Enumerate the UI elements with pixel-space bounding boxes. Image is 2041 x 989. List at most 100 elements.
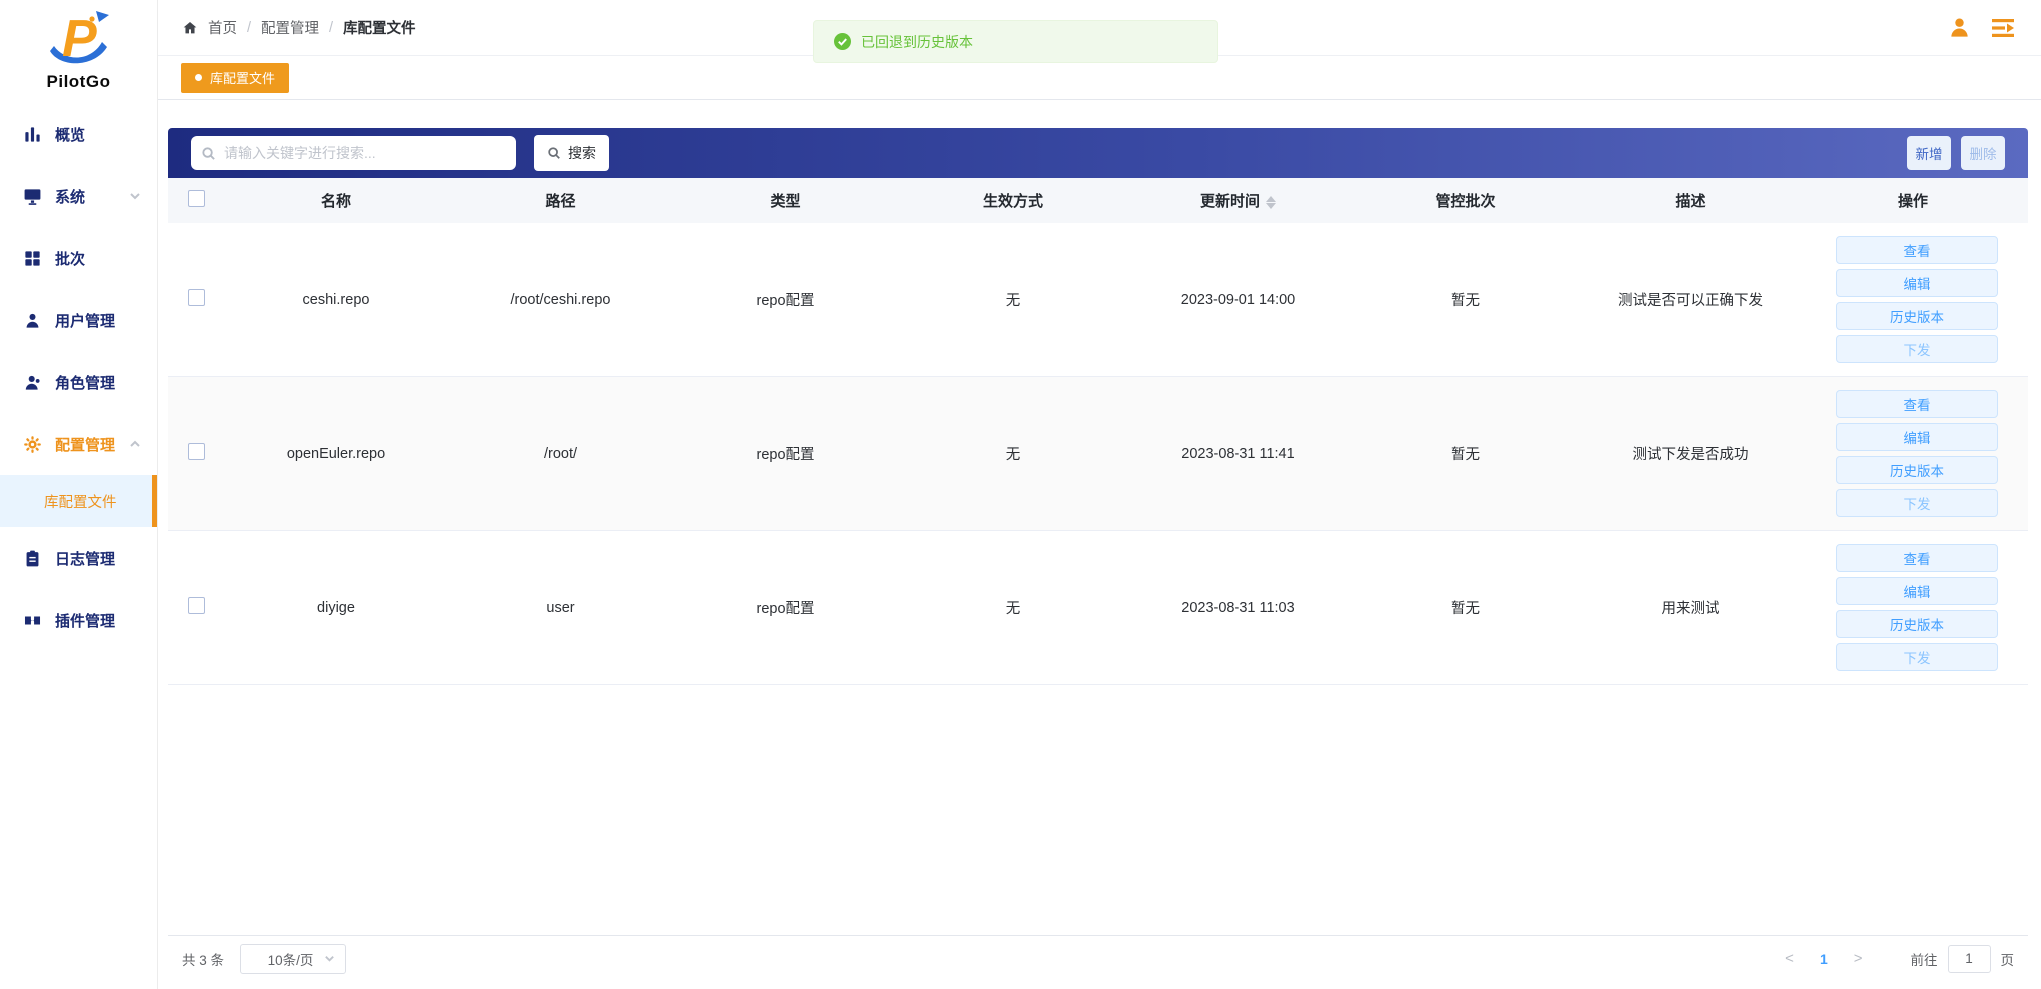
sidebar-item-batch[interactable]: 批次: [0, 227, 157, 289]
cell-name: diyige: [317, 599, 355, 616]
cell-effect: 无: [1005, 293, 1021, 309]
cell-name: openEuler.repo: [286, 445, 386, 462]
chevron-down-icon: [325, 956, 334, 962]
clipboard-icon: [22, 548, 42, 568]
page-size-value: 10条/页: [267, 952, 314, 968]
dispatch-button[interactable]: 下发: [1836, 489, 1998, 517]
cell-effect: 无: [1005, 447, 1021, 463]
user-role-icon: [22, 372, 42, 392]
cell-type: repo配置: [756, 601, 815, 617]
edit-button[interactable]: 编辑: [1836, 577, 1998, 605]
cell-batch: 暂无: [1451, 293, 1480, 309]
table-empty-space: [168, 685, 2028, 935]
plugin-icon: [22, 610, 42, 630]
tab-repo-config[interactable]: 库配置文件: [181, 62, 290, 93]
sidebar-item-label: 用户管理: [55, 312, 116, 330]
breadcrumb-separator: /: [329, 19, 334, 36]
row-checkbox[interactable]: [187, 443, 205, 460]
dispatch-button[interactable]: 下发: [1836, 335, 1998, 363]
success-toast: 已回退到历史版本: [813, 20, 1218, 63]
sidebar-item-config[interactable]: 配置管理: [0, 413, 157, 475]
page-size-select[interactable]: 10条/页: [240, 943, 347, 974]
history-button[interactable]: 历史版本: [1836, 456, 1998, 484]
column-header-batch: 管控批次: [1435, 193, 1496, 210]
goto-page: 前往 页: [1910, 944, 2014, 973]
gear-icon: [22, 434, 42, 454]
sidebar-item-system[interactable]: 系统: [0, 165, 157, 227]
table-row: openEuler.repo /root/ repo配置 无 2023-08-3…: [168, 377, 2028, 531]
search-icon: [202, 146, 215, 160]
column-header-effect: 生效方式: [982, 193, 1043, 210]
sidebar-item-label: 插件管理: [55, 612, 116, 630]
row-checkbox[interactable]: [187, 597, 205, 614]
toast-message: 已回退到历史版本: [861, 33, 973, 50]
column-header-updated[interactable]: 更新时间: [1128, 190, 1348, 211]
next-page-button[interactable]: >: [1854, 950, 1863, 967]
row-checkbox[interactable]: [187, 289, 205, 306]
sidebar-item-logs[interactable]: 日志管理: [0, 527, 157, 589]
sidebar-item-label: 日志管理: [55, 550, 116, 568]
table-row: diyige user repo配置 无 2023-08-31 11:03 暂无…: [168, 531, 2028, 685]
goto-label: 前往: [1910, 952, 1938, 968]
user-avatar-icon[interactable]: [1948, 16, 1971, 39]
pilotgo-logo-icon: P: [49, 10, 109, 68]
column-header-operations: 操作: [1897, 193, 1928, 210]
sort-carets-icon[interactable]: [1266, 195, 1276, 209]
cell-name: ceshi.repo: [302, 291, 370, 308]
toolbar-right: 新增 删除: [1907, 136, 2005, 170]
total-count: 共 3 条: [182, 952, 225, 968]
sidebar-item-label: 配置管理: [55, 436, 116, 454]
history-button[interactable]: 历史版本: [1836, 610, 1998, 638]
brand-logo[interactable]: P PilotGo: [0, 0, 157, 103]
cell-type: repo配置: [756, 293, 815, 309]
sidebar-nav: 概览 系统 批次 用户管理 角色管理 配置管理 库配置文件 日志管理 插件管理: [0, 103, 157, 651]
delete-button[interactable]: 删除: [1961, 136, 2005, 170]
dispatch-button[interactable]: 下发: [1836, 643, 1998, 671]
goto-page-input[interactable]: [1947, 944, 1991, 973]
select-all-checkbox[interactable]: [187, 190, 205, 207]
cell-type: repo配置: [756, 447, 815, 463]
breadcrumb: 首页 / 配置管理 / 库配置文件: [182, 17, 416, 38]
history-button[interactable]: 历史版本: [1836, 302, 1998, 330]
column-header-updated-label: 更新时间: [1199, 193, 1260, 210]
breadcrumb-item-current: 库配置文件: [343, 21, 416, 37]
brand-name: PilotGo: [46, 72, 111, 91]
pagination-bar: 共 3 条 10条/页 < 1 > 前往 页: [168, 935, 2028, 989]
page-number[interactable]: 1: [1820, 951, 1828, 967]
view-button[interactable]: 查看: [1836, 544, 1998, 572]
search-button-label: 搜索: [568, 145, 596, 161]
prev-page-button[interactable]: <: [1785, 950, 1794, 967]
sidebar-item-roles[interactable]: 角色管理: [0, 351, 157, 413]
tab-active-dot-icon: [195, 74, 202, 81]
cell-batch: 暂无: [1451, 447, 1480, 463]
search-button[interactable]: 搜索: [534, 135, 609, 171]
cell-path: user: [546, 599, 575, 616]
collapse-menu-icon[interactable]: [1991, 18, 2015, 38]
sidebar-item-label: 系统: [55, 188, 86, 206]
pager: < 1 > 前往 页: [1785, 944, 2014, 973]
cell-description: 测试下发是否成功: [1632, 447, 1749, 463]
breadcrumb-item-home[interactable]: 首页: [208, 17, 237, 38]
breadcrumb-item-config[interactable]: 配置管理: [261, 17, 319, 38]
cell-description: 测试是否可以正确下发: [1618, 293, 1763, 309]
sidebar-item-plugins[interactable]: 插件管理: [0, 589, 157, 651]
column-header-path: 路径: [545, 193, 576, 210]
sidebar-item-overview[interactable]: 概览: [0, 103, 157, 165]
add-button[interactable]: 新增: [1907, 136, 1951, 170]
view-button[interactable]: 查看: [1836, 390, 1998, 418]
edit-button[interactable]: 编辑: [1836, 269, 1998, 297]
sidebar-subitem-repo-config[interactable]: 库配置文件: [0, 475, 157, 527]
view-button[interactable]: 查看: [1836, 236, 1998, 264]
table-panel: 搜索 新增 删除 名称 路径 类型 生效方式 更新时间: [168, 128, 2028, 989]
user-icon: [22, 310, 42, 330]
search-icon: [548, 147, 560, 159]
chevron-up-icon: [129, 438, 141, 450]
sidebar-item-users[interactable]: 用户管理: [0, 289, 157, 351]
cell-batch: 暂无: [1451, 601, 1480, 617]
topbar-icons: [1948, 16, 2015, 39]
sidebar-item-label: 角色管理: [55, 374, 116, 392]
edit-button[interactable]: 编辑: [1836, 423, 1998, 451]
content-area: 搜索 新增 删除 名称 路径 类型 生效方式 更新时间: [158, 100, 2041, 989]
toolbar: 搜索 新增 删除: [168, 128, 2028, 178]
search-input[interactable]: [224, 145, 506, 161]
